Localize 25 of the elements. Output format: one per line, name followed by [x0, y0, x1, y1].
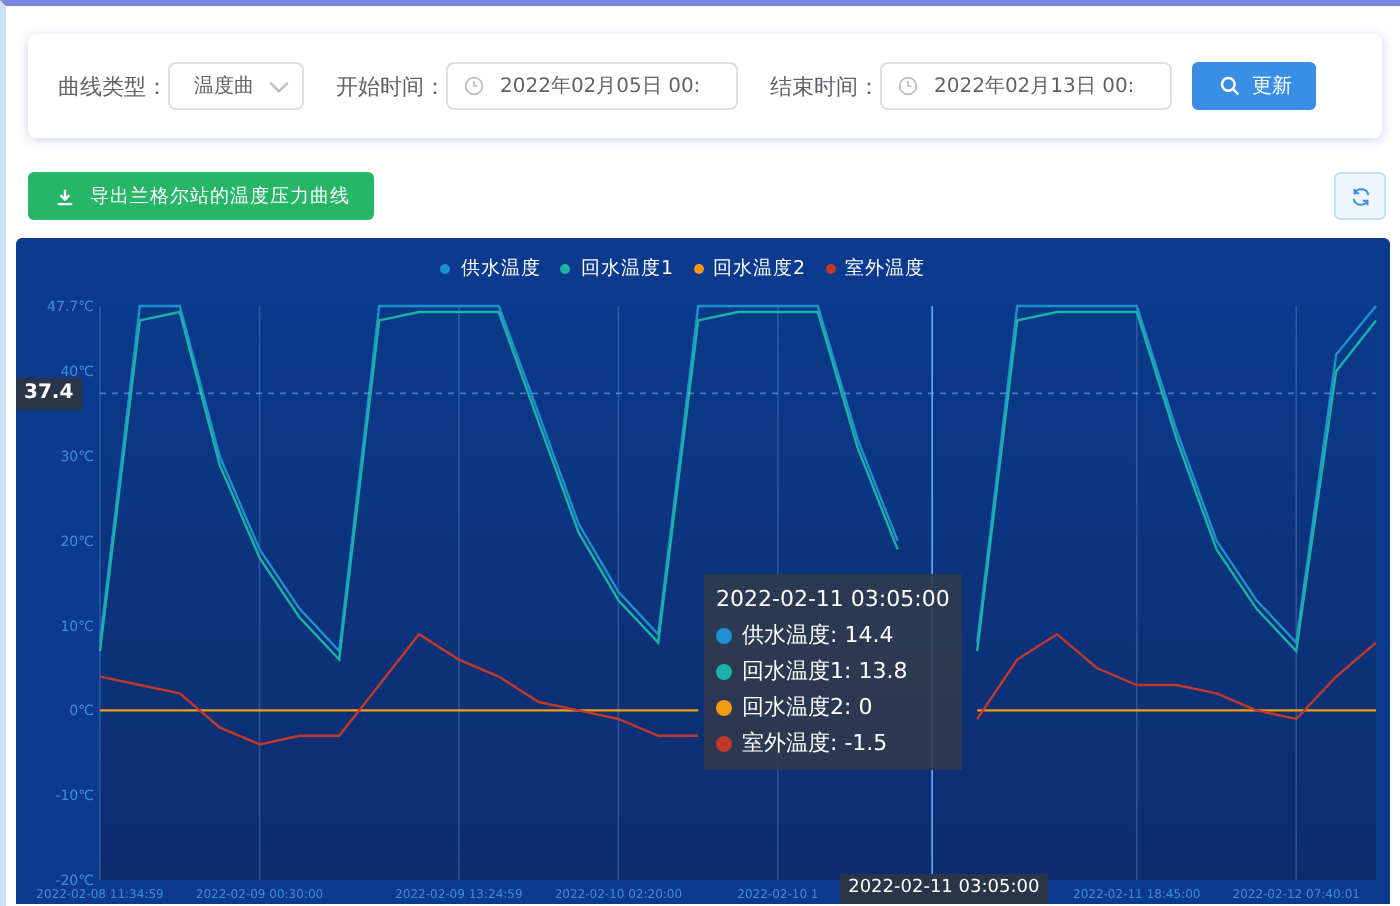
legend-item[interactable]: 回水温度1: [560, 255, 673, 281]
clock-icon: [464, 76, 484, 96]
legend-item[interactable]: 室外温度: [825, 255, 926, 281]
tooltip-value: 室外温度: -1.5: [742, 728, 888, 760]
start-time-field[interactable]: 2022年02月05日 00:: [446, 62, 738, 110]
chevron-down-icon: [268, 79, 290, 93]
tooltip-title: 2022-02-11 03:05:00: [716, 584, 950, 616]
refresh-button[interactable]: [1334, 172, 1386, 220]
legend-item[interactable]: 回水温度2: [693, 255, 806, 281]
tooltip-value: 回水温度1: 13.8: [742, 656, 908, 688]
legend-item[interactable]: 供水温度: [440, 255, 541, 281]
axis-pointer-label: 2022-02-11 03:05:00: [840, 874, 1048, 904]
refresh-icon: [1349, 185, 1371, 207]
update-button[interactable]: 更新: [1192, 62, 1316, 110]
curve-type-select[interactable]: 温度曲: [168, 62, 304, 110]
clock-icon: [898, 76, 918, 96]
tooltip-value: 回水温度2: 0: [742, 692, 873, 724]
tooltip-value: 供水温度: 14.4: [742, 620, 894, 652]
end-time-label: 结束时间：: [770, 71, 880, 101]
curve-type-label: 曲线类型：: [58, 71, 168, 101]
end-time-field[interactable]: 2022年02月13日 00:: [880, 62, 1172, 110]
axis-pointer-label: 37.4: [16, 377, 82, 410]
search-icon: [1220, 76, 1240, 96]
download-icon: [56, 187, 74, 205]
start-time-label: 开始时间：: [336, 71, 446, 101]
